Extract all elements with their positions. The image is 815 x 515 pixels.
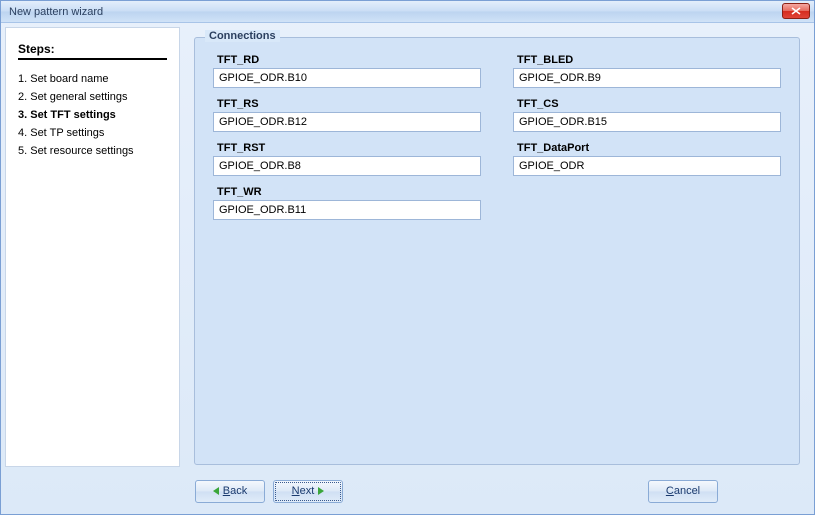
steps-heading: Steps: (18, 42, 167, 60)
back-label: Back (223, 485, 247, 497)
nav-buttons: Back Next (195, 480, 343, 503)
cancel-button[interactable]: Cancel (648, 480, 718, 503)
next-label: Next (292, 485, 315, 497)
window-title: New pattern wizard (5, 6, 103, 18)
right-column: TFT_BLED TFT_CS TFT_DataPort (513, 52, 781, 228)
field-tft-bled: TFT_BLED (513, 52, 781, 88)
tft-bled-input[interactable] (513, 68, 781, 88)
field-tft-rst: TFT_RST (213, 140, 481, 176)
field-label: TFT_RST (213, 140, 481, 156)
step-item-current[interactable]: 3. Set TFT settings (18, 106, 167, 124)
main-panel: Connections TFT_RD TFT_RS TFT_RST (180, 23, 814, 471)
titlebar: New pattern wizard (1, 1, 814, 23)
tft-dataport-input[interactable] (513, 156, 781, 176)
field-label: TFT_RS (213, 96, 481, 112)
field-tft-wr: TFT_WR (213, 184, 481, 220)
cancel-label: Cancel (666, 485, 700, 497)
tft-rd-input[interactable] (213, 68, 481, 88)
back-button[interactable]: Back (195, 480, 265, 503)
tft-cs-input[interactable] (513, 112, 781, 132)
field-label: TFT_CS (513, 96, 781, 112)
steps-sidebar: Steps: 1. Set board name 2. Set general … (5, 27, 180, 467)
step-item[interactable]: 4. Set TP settings (18, 124, 167, 142)
arrow-right-icon (318, 487, 324, 495)
tft-rs-input[interactable] (213, 112, 481, 132)
wizard-window: New pattern wizard Steps: 1. Set board n… (0, 0, 815, 515)
connections-fieldset: Connections TFT_RD TFT_RS TFT_RST (194, 37, 800, 465)
tft-wr-input[interactable] (213, 200, 481, 220)
step-item[interactable]: 2. Set general settings (18, 88, 167, 106)
left-column: TFT_RD TFT_RS TFT_RST TFT_WR (213, 52, 481, 228)
wizard-body: Steps: 1. Set board name 2. Set general … (1, 23, 814, 471)
fieldset-legend: Connections (205, 30, 280, 42)
field-label: TFT_DataPort (513, 140, 781, 156)
field-label: TFT_BLED (513, 52, 781, 68)
field-columns: TFT_RD TFT_RS TFT_RST TFT_WR (213, 52, 781, 228)
field-tft-cs: TFT_CS (513, 96, 781, 132)
field-tft-dataport: TFT_DataPort (513, 140, 781, 176)
field-tft-rd: TFT_RD (213, 52, 481, 88)
tft-rst-input[interactable] (213, 156, 481, 176)
field-label: TFT_RD (213, 52, 481, 68)
close-icon (791, 7, 801, 15)
field-tft-rs: TFT_RS (213, 96, 481, 132)
step-item[interactable]: 5. Set resource settings (18, 142, 167, 160)
close-button[interactable] (782, 3, 810, 19)
next-button[interactable]: Next (273, 480, 343, 503)
field-label: TFT_WR (213, 184, 481, 200)
wizard-footer: Back Next Cancel (1, 471, 814, 511)
arrow-left-icon (213, 487, 219, 495)
step-item[interactable]: 1. Set board name (18, 70, 167, 88)
